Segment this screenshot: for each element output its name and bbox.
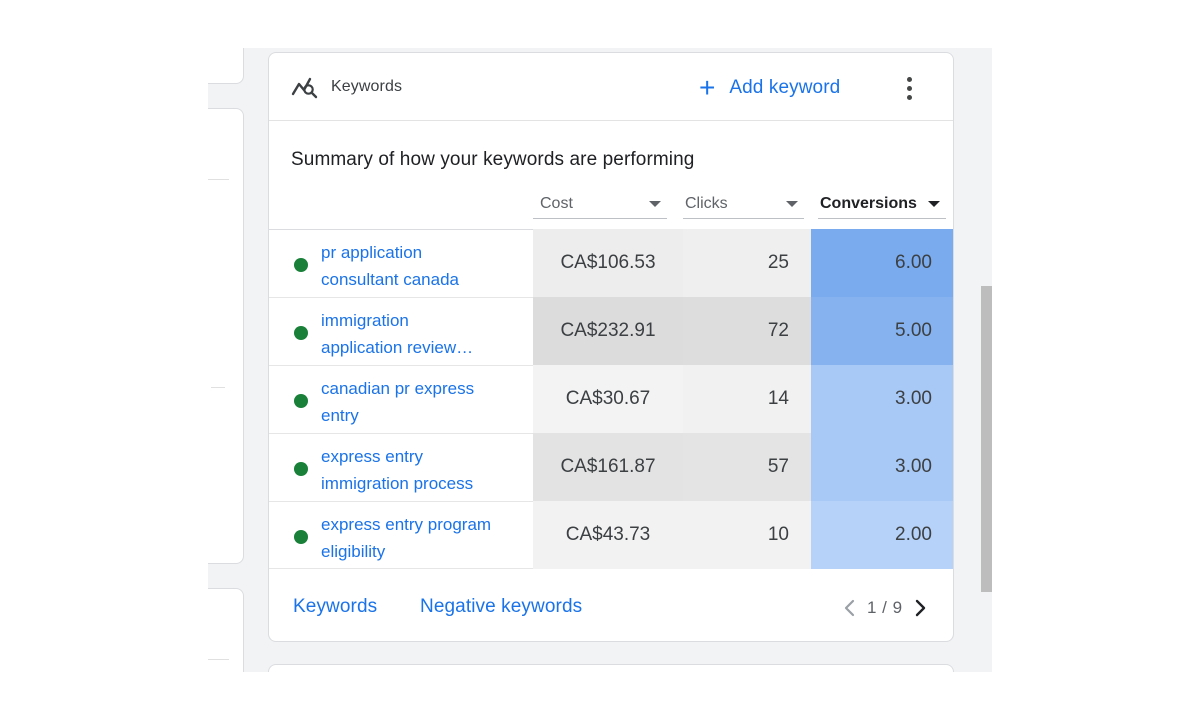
column-header-label: Clicks xyxy=(685,194,728,212)
keywords-link[interactable]: Keywords xyxy=(293,596,377,618)
more-dot xyxy=(906,94,912,100)
keyword-search-icon xyxy=(291,77,318,99)
clicks-cell: 57 xyxy=(683,433,811,501)
card-header: Keywords + Add keyword xyxy=(269,53,953,121)
column-header-cost[interactable]: Cost xyxy=(533,189,667,219)
keyword-cell: canadian pr express entry xyxy=(269,365,533,433)
scrollbar-thumb[interactable] xyxy=(981,286,992,592)
column-header-label: Conversions xyxy=(820,194,917,212)
keyword-cell: express entry immigration process xyxy=(269,433,533,501)
keyword-text: pr application xyxy=(321,243,423,262)
cost-cell: CA$161.87 xyxy=(533,433,683,501)
keyword-text: express entry program xyxy=(321,515,492,534)
cost-cell: CA$30.67 xyxy=(533,365,683,433)
keyword-text: immigration process xyxy=(321,474,474,493)
cost-cell: CA$232.91 xyxy=(533,297,683,365)
divider xyxy=(208,659,229,660)
left-card-middle xyxy=(208,108,244,564)
keyword-cell: immigration application review… xyxy=(269,297,533,365)
add-keyword-button[interactable]: + Add keyword xyxy=(699,71,840,105)
status-enabled-icon xyxy=(294,462,308,476)
status-enabled-icon xyxy=(294,258,308,272)
clicks-cell: 72 xyxy=(683,297,811,365)
keywords-table: pr application consultant canada CA$106.… xyxy=(269,229,953,569)
add-keyword-label: Add keyword xyxy=(729,77,841,98)
keyword-cell: pr application consultant canada xyxy=(269,229,533,297)
chevron-right-icon[interactable] xyxy=(911,597,929,619)
column-header-clicks[interactable]: Clicks xyxy=(683,189,804,219)
conversions-cell: 5.00 xyxy=(811,297,953,365)
keyword-text: express entry xyxy=(321,447,424,466)
clicks-cell: 10 xyxy=(683,501,811,569)
card-subtitle: Summary of how your keywords are perform… xyxy=(291,149,695,170)
table-row: pr application consultant canada CA$106.… xyxy=(269,229,953,297)
more-dot xyxy=(906,76,912,82)
column-header-conversions[interactable]: Conversions xyxy=(818,189,946,219)
keyword-link[interactable]: express entry program eligibility xyxy=(321,511,521,565)
keyword-link[interactable]: immigration application review… xyxy=(321,307,521,361)
conversions-cell: 2.00 xyxy=(811,501,953,569)
keyword-text: consultant canada xyxy=(321,270,459,289)
keyword-link[interactable]: pr application consultant canada xyxy=(321,239,521,293)
conversions-cell: 6.00 xyxy=(811,229,953,297)
left-card-bottom xyxy=(208,588,244,672)
dashboard-viewport: Keywords + Add keyword Summary of how yo… xyxy=(208,48,992,672)
status-enabled-icon xyxy=(294,326,308,340)
keyword-text: entry xyxy=(321,406,359,425)
conversions-cell: 3.00 xyxy=(811,433,953,501)
chevron-left-icon[interactable] xyxy=(841,597,859,619)
status-enabled-icon xyxy=(294,530,308,544)
left-card-top xyxy=(208,48,244,84)
sort-dropdown-icon xyxy=(928,201,940,207)
clicks-cell: 25 xyxy=(683,229,811,297)
keyword-text: canadian pr express xyxy=(321,379,475,398)
table-row: express entry immigration process CA$161… xyxy=(269,433,953,501)
cost-cell: CA$43.73 xyxy=(533,501,683,569)
table-row: express entry program eligibility CA$43.… xyxy=(269,501,953,569)
divider xyxy=(211,387,225,388)
keywords-card: Keywords + Add keyword Summary of how yo… xyxy=(268,52,954,642)
keyword-cell: express entry program eligibility xyxy=(269,501,533,569)
table-row: canadian pr express entry CA$30.67 14 3.… xyxy=(269,365,953,433)
page-indicator: 1 / 9 xyxy=(867,598,903,617)
keyword-link[interactable]: express entry immigration process xyxy=(321,443,521,497)
clicks-cell: 14 xyxy=(683,365,811,433)
card-title: Keywords xyxy=(331,78,403,95)
plus-icon: + xyxy=(699,72,716,103)
column-header-label: Cost xyxy=(540,194,573,212)
keyword-link[interactable]: canadian pr express entry xyxy=(321,375,521,429)
cost-cell: CA$106.53 xyxy=(533,229,683,297)
divider xyxy=(208,179,229,180)
next-card xyxy=(268,664,954,672)
sort-dropdown-icon xyxy=(649,201,661,207)
keyword-text: application review… xyxy=(321,338,474,357)
keyword-text: immigration xyxy=(321,311,409,330)
conversions-cell: 3.00 xyxy=(811,365,953,433)
status-enabled-icon xyxy=(294,394,308,408)
more-options-icon[interactable] xyxy=(897,73,921,103)
sort-dropdown-icon xyxy=(786,201,798,207)
pagination: 1 / 9 xyxy=(841,595,929,621)
keyword-text: eligibility xyxy=(321,542,386,561)
negative-keywords-link[interactable]: Negative keywords xyxy=(420,596,582,618)
more-dot xyxy=(906,85,912,91)
table-row: immigration application review… CA$232.9… xyxy=(269,297,953,365)
